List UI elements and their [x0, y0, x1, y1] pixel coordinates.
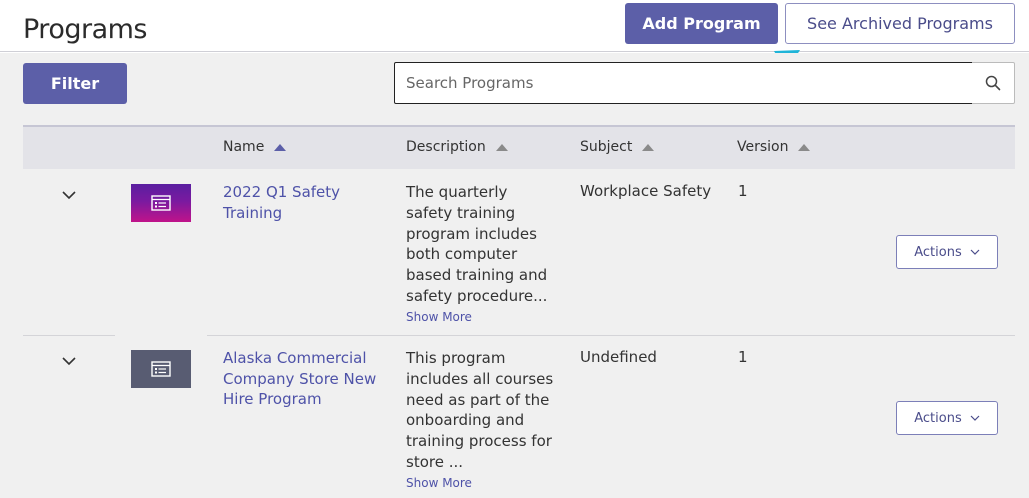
- show-more-link[interactable]: Show More: [406, 475, 556, 491]
- program-thumbnail: [131, 350, 191, 388]
- description-text: This program includes all courses need a…: [406, 349, 554, 471]
- page-header: Programs Add Program See Archived Progra…: [0, 0, 1029, 52]
- program-description: The quarterly safety training program in…: [406, 182, 556, 325]
- sort-ascending-icon: [274, 143, 287, 151]
- program-icon: [151, 361, 171, 377]
- chevron-down-icon: [970, 249, 980, 255]
- search-button[interactable]: [972, 62, 1015, 104]
- actions-dropdown-button[interactable]: Actions: [896, 401, 998, 435]
- program-version: 1: [738, 348, 748, 366]
- search-input[interactable]: [394, 62, 974, 104]
- program-version: 1: [738, 182, 748, 200]
- table-row: Alaska Commercial Company Store New Hire…: [23, 335, 1015, 498]
- actions-dropdown-button[interactable]: Actions: [896, 235, 998, 269]
- sort-icon: [798, 143, 811, 151]
- search-bar: [394, 62, 1015, 104]
- column-header-version[interactable]: Version: [737, 139, 811, 155]
- program-description: This program includes all courses need a…: [406, 348, 556, 491]
- description-text: The quarterly safety training program in…: [406, 183, 548, 305]
- row-divider: [207, 335, 1015, 336]
- show-more-link[interactable]: Show More: [406, 309, 556, 325]
- sort-icon: [642, 143, 655, 151]
- program-name-link[interactable]: Alaska Commercial Company Store New Hire…: [223, 348, 383, 410]
- program-thumbnail: [131, 184, 191, 222]
- program-subject: Undefined: [580, 348, 657, 366]
- see-archived-programs-button[interactable]: See Archived Programs: [785, 3, 1015, 44]
- program-subject: Workplace Safety: [580, 182, 712, 200]
- programs-table: Name Description Subject Version 2022 Q1…: [23, 125, 1015, 498]
- chevron-down-icon: [970, 415, 980, 421]
- program-name-link[interactable]: 2022 Q1 Safety Training: [223, 182, 383, 223]
- search-icon: [985, 75, 1001, 91]
- column-header-name[interactable]: Name: [223, 139, 287, 155]
- sort-icon: [495, 143, 508, 151]
- filter-button[interactable]: Filter: [23, 63, 127, 104]
- expand-chevron-icon[interactable]: [61, 187, 77, 203]
- table-header: Name Description Subject Version: [23, 125, 1015, 169]
- row-divider: [23, 335, 115, 336]
- table-row: 2022 Q1 Safety Training The quarterly sa…: [23, 169, 1015, 335]
- expand-chevron-icon[interactable]: [61, 353, 77, 369]
- add-program-button[interactable]: Add Program: [625, 3, 778, 44]
- column-header-description[interactable]: Description: [406, 139, 508, 155]
- page-title: Programs: [23, 14, 148, 45]
- column-header-subject[interactable]: Subject: [580, 139, 655, 155]
- program-icon: [151, 195, 171, 211]
- main-content: Filter Name Description Subject: [0, 53, 1029, 498]
